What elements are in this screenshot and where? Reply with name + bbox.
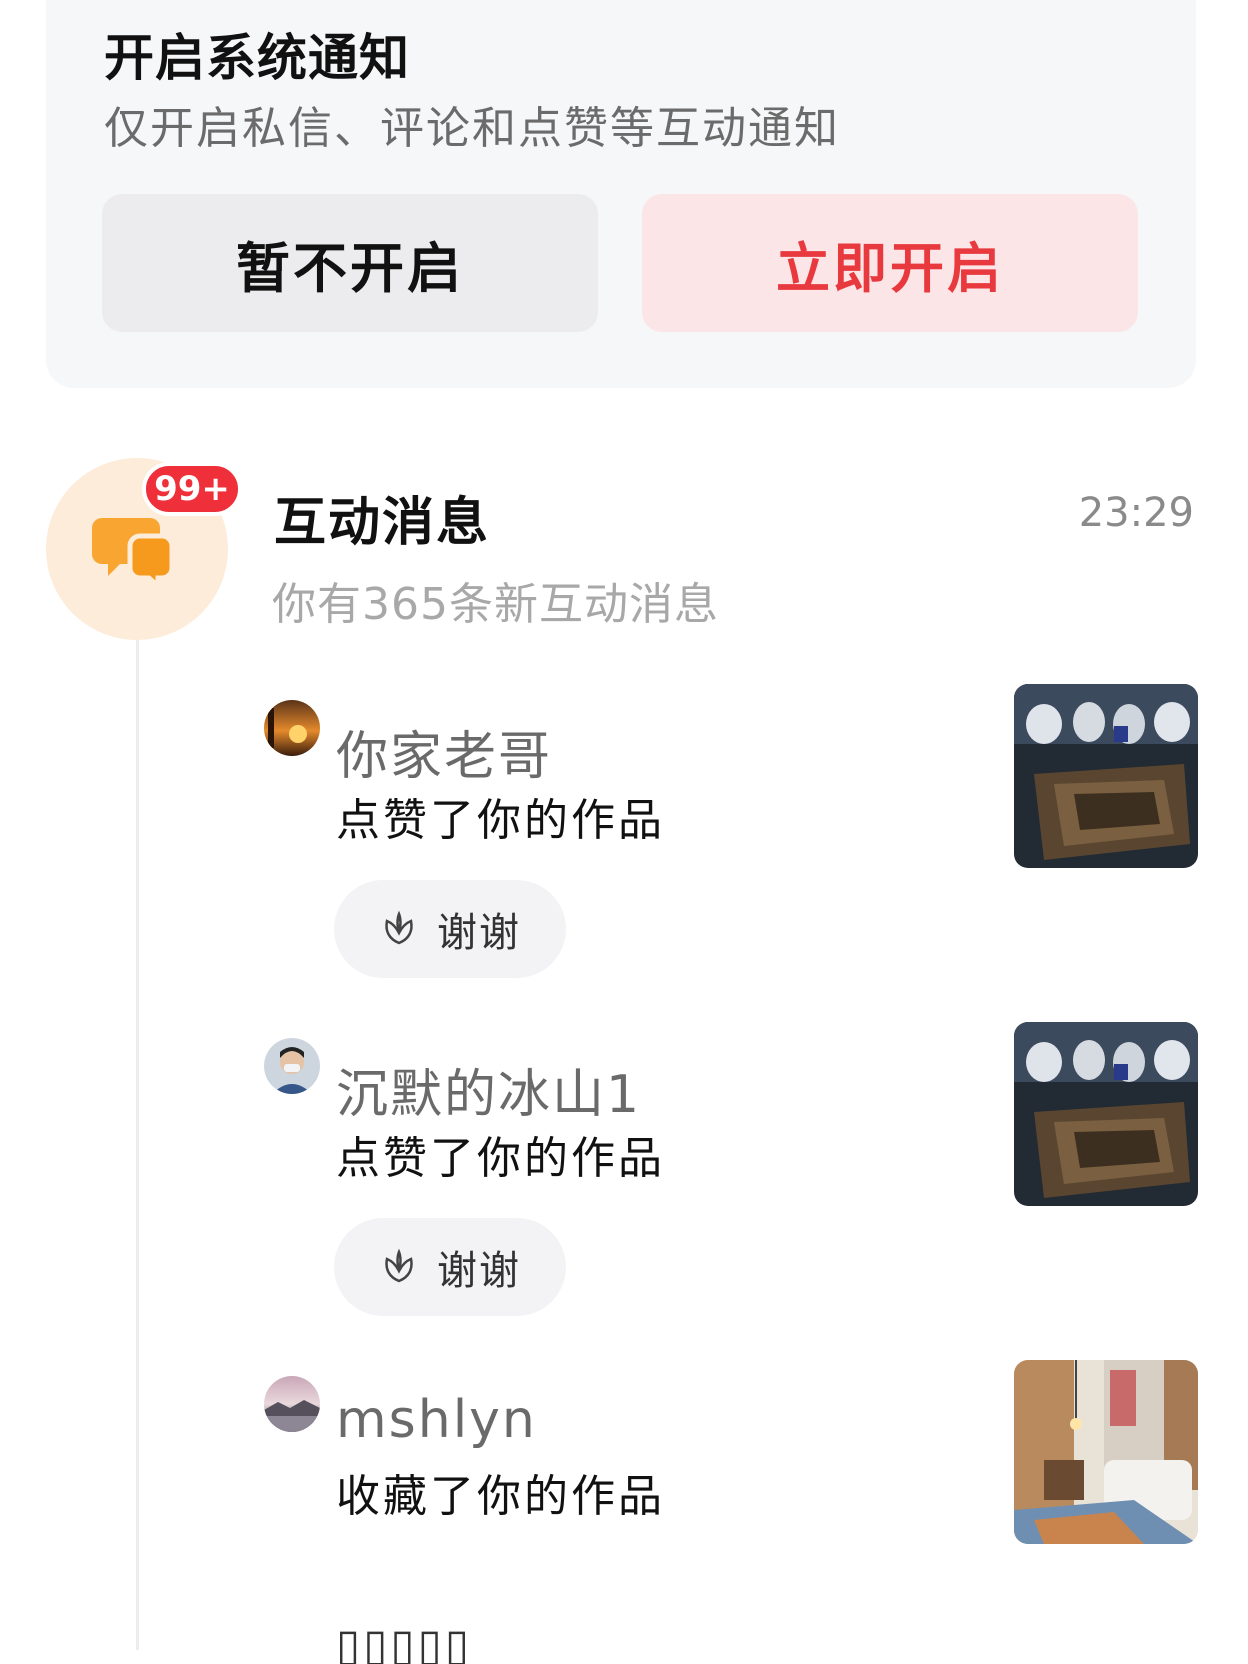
action-text: 点赞了你的作品 [336, 795, 665, 846]
thanks-button[interactable]: 谢谢 [334, 1218, 566, 1316]
landscape-avatar-icon [264, 1376, 320, 1432]
user-avatar[interactable] [264, 1376, 320, 1432]
enable-notifications-button[interactable]: 立即开启 [642, 194, 1138, 332]
room-photo-image [1014, 1360, 1198, 1544]
lotus-icon [385, 910, 413, 945]
work-thumbnail[interactable] [1014, 684, 1198, 868]
thanks-label: 谢谢 [437, 1248, 521, 1294]
action-text: 收藏了你的作品 [336, 1471, 665, 1522]
interaction-group-title[interactable]: 互动消息 [274, 480, 490, 555]
username[interactable]: mshlyn [336, 1390, 537, 1450]
work-thumbnail[interactable] [1014, 1360, 1198, 1544]
partial-next-item-text: ▯▯▯▯▯ [336, 1620, 473, 1664]
notification-prompt-subtitle: 仅开启私信、评论和点赞等互动通知 [104, 103, 840, 154]
interaction-group-time: 23:29 [1078, 490, 1194, 536]
notification-prompt-card: 开启系统通知 仅开启私信、评论和点赞等互动通知 暂不开启 立即开启 [46, 0, 1196, 388]
work-photo-image [1014, 684, 1198, 868]
notification-prompt-title: 开启系统通知 [104, 29, 410, 87]
interaction-group-subtitle: 你有365条新互动消息 [272, 579, 719, 630]
action-text: 点赞了你的作品 [336, 1133, 665, 1184]
decline-notifications-button[interactable]: 暂不开启 [102, 194, 598, 332]
sunset-avatar-icon [264, 700, 320, 756]
timeline-line [136, 640, 139, 1650]
user-avatar[interactable] [264, 700, 320, 756]
unread-badge: 99+ [142, 462, 242, 516]
username[interactable]: 你家老哥 [336, 714, 552, 789]
thanks-label: 谢谢 [437, 910, 521, 956]
username[interactable]: 沉默的冰山1 [336, 1052, 641, 1127]
lotus-icon [385, 1248, 413, 1283]
user-avatar[interactable] [264, 1038, 320, 1094]
thanks-button[interactable]: 谢谢 [334, 880, 566, 978]
person-avatar-icon [264, 1038, 320, 1094]
work-photo-image [1014, 1022, 1198, 1206]
work-thumbnail[interactable] [1014, 1022, 1198, 1206]
